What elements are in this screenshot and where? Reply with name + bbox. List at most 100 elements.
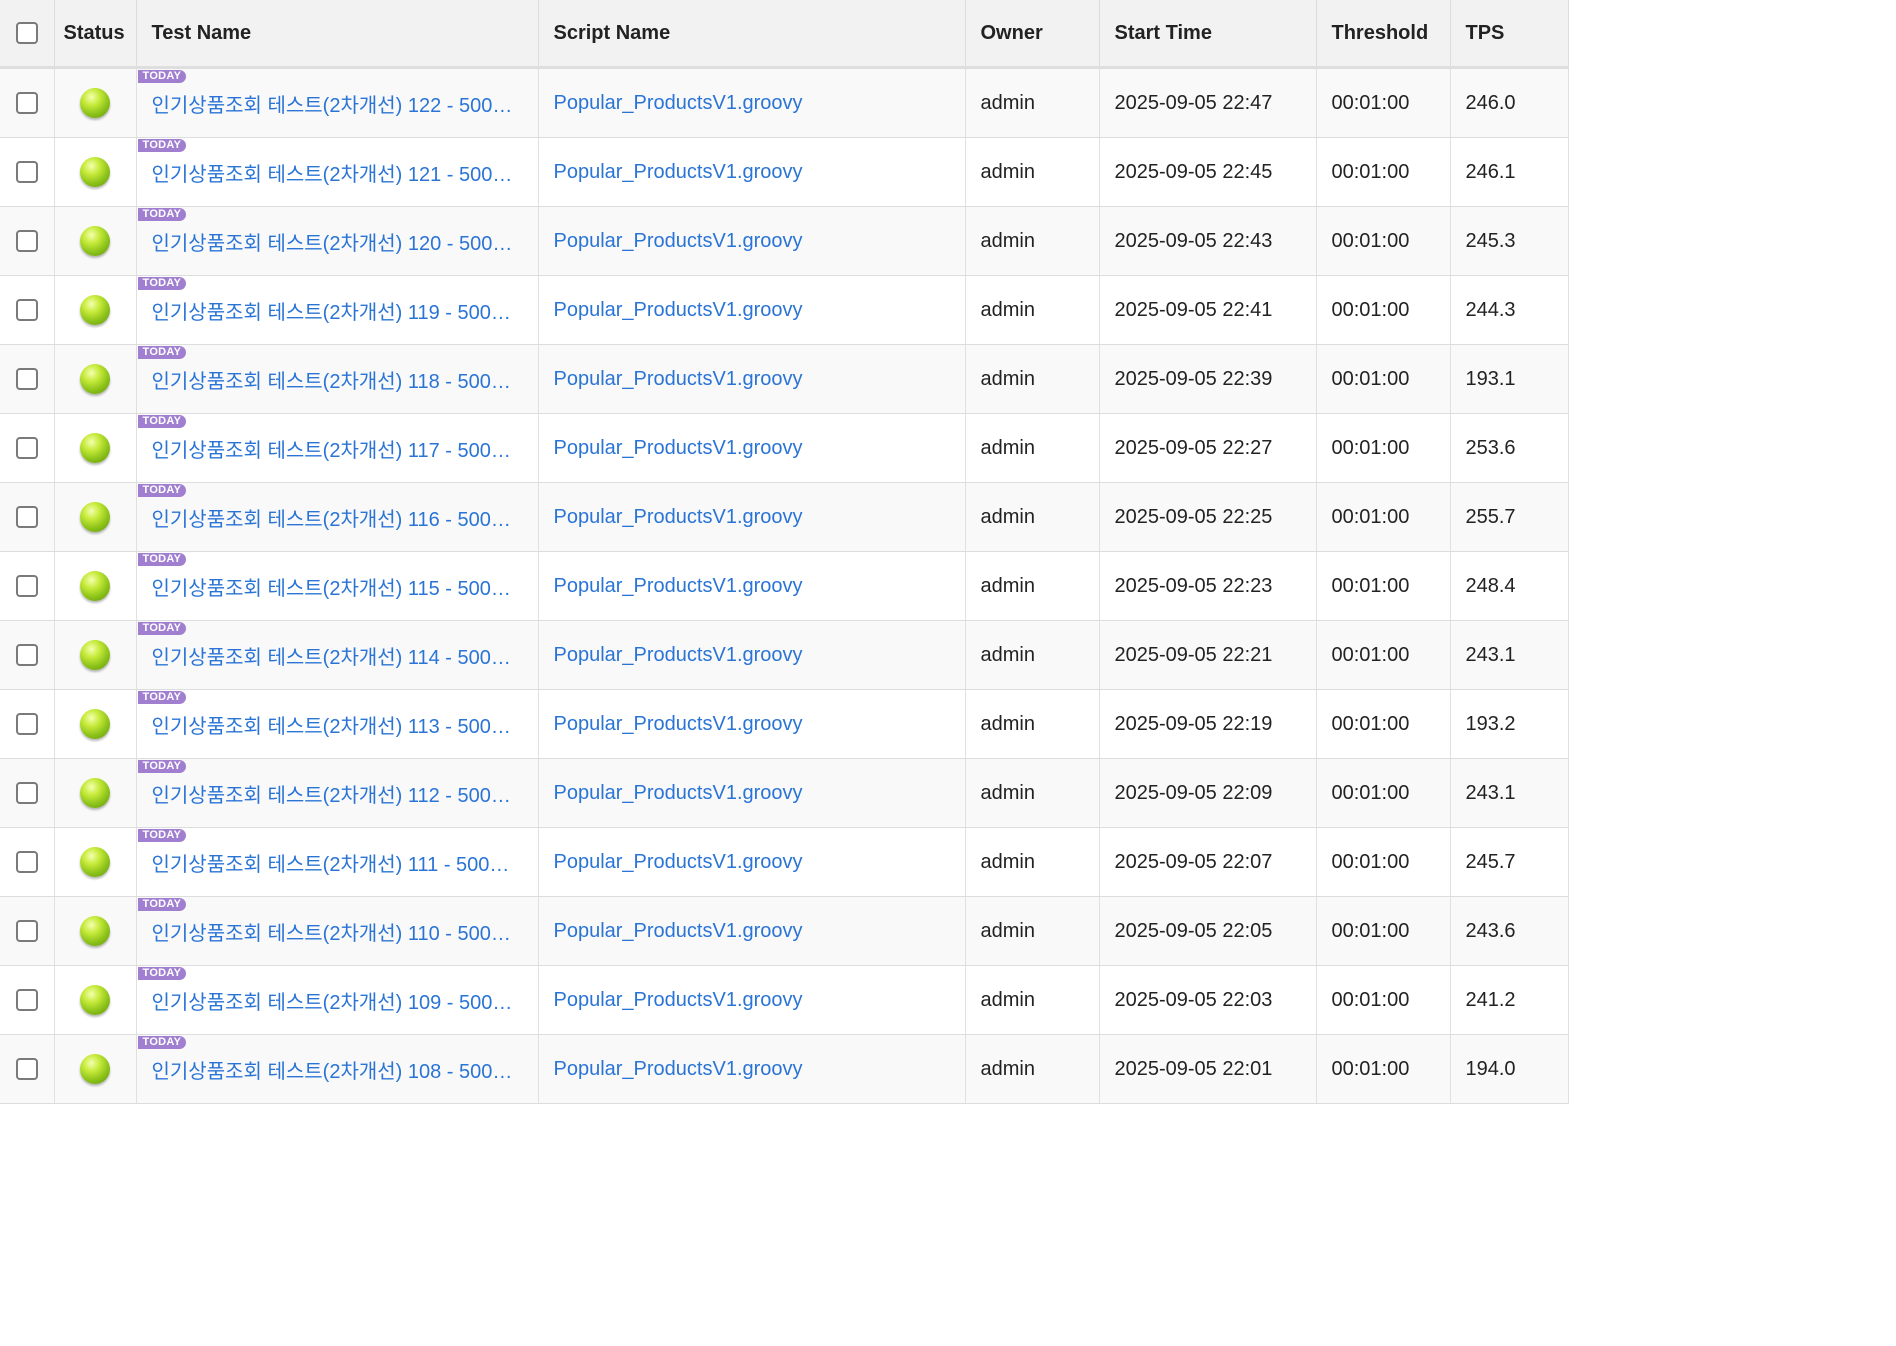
today-badge: TODAY <box>137 553 187 566</box>
test-name-link[interactable]: 인기상품조회 테스트(2차개선) 115 - 500명/… <box>152 572 538 601</box>
row-checkbox[interactable] <box>15 506 38 529</box>
table-row[interactable]: TODAY 인기상품조회 테스트(2차개선) 114 - 500명/… Popu… <box>0 620 1569 690</box>
table-row[interactable]: TODAY 인기상품조회 테스트(2차개선) 108 - 500명/… Popu… <box>0 1034 1569 1104</box>
table-row[interactable]: TODAY 인기상품조회 테스트(2차개선) 118 - 500명/… Popu… <box>0 344 1569 414</box>
test-name-link[interactable]: 인기상품조회 테스트(2차개선) 121 - 500명/… <box>152 158 538 187</box>
owner-cell: admin <box>965 689 1100 759</box>
script-name-link[interactable]: Popular_ProductsV1.groovy <box>554 782 803 804</box>
status-cell <box>54 67 137 138</box>
table-row[interactable]: TODAY 인기상품조회 테스트(2차개선) 120 - 500명/… Popu… <box>0 206 1569 276</box>
table-row[interactable]: TODAY 인기상품조회 테스트(2차개선) 122 - 500명/… Popu… <box>0 67 1569 138</box>
column-header-script-name[interactable]: Script Name <box>538 0 966 69</box>
column-header-tps[interactable]: TPS <box>1450 0 1569 69</box>
today-badge: TODAY <box>137 139 187 152</box>
row-checkbox[interactable] <box>15 1058 38 1081</box>
row-checkbox[interactable] <box>15 782 38 805</box>
column-header-status[interactable]: Status <box>54 0 137 69</box>
script-name-link[interactable]: Popular_ProductsV1.groovy <box>554 644 803 666</box>
start-time-cell: 2025-09-05 22:41 <box>1099 275 1317 345</box>
table-row[interactable]: TODAY 인기상품조회 테스트(2차개선) 109 - 500명/… Popu… <box>0 965 1569 1035</box>
test-name-link[interactable]: 인기상품조회 테스트(2차개선) 118 - 500명/… <box>152 365 538 394</box>
start-time-cell: 2025-09-05 22:21 <box>1099 620 1317 690</box>
script-name-link[interactable]: Popular_ProductsV1.groovy <box>554 92 803 114</box>
script-name-link[interactable]: Popular_ProductsV1.groovy <box>554 230 803 252</box>
row-checkbox[interactable] <box>15 989 38 1012</box>
script-name-cell: Popular_ProductsV1.groovy <box>538 551 966 621</box>
table-row[interactable]: TODAY 인기상품조회 테스트(2차개선) 113 - 500명/… Popu… <box>0 689 1569 759</box>
test-name-cell: TODAY 인기상품조회 테스트(2차개선) 120 - 500명/… <box>136 206 539 276</box>
script-name-link[interactable]: Popular_ProductsV1.groovy <box>554 1058 803 1080</box>
row-checkbox[interactable] <box>15 368 38 391</box>
tps-cell: 248.4 <box>1450 551 1569 621</box>
tps-cell: 241.2 <box>1450 965 1569 1035</box>
script-name-link[interactable]: Popular_ProductsV1.groovy <box>554 851 803 873</box>
today-badge: TODAY <box>137 346 187 359</box>
test-name-link[interactable]: 인기상품조회 테스트(2차개선) 113 - 500명/… <box>152 710 538 739</box>
start-time-cell: 2025-09-05 22:43 <box>1099 206 1317 276</box>
threshold-cell: 00:01:00 <box>1316 482 1451 552</box>
row-checkbox[interactable] <box>15 299 38 322</box>
table-row[interactable]: TODAY 인기상품조회 테스트(2차개선) 110 - 500명/… Popu… <box>0 896 1569 966</box>
row-checkbox[interactable] <box>15 644 38 667</box>
script-name-link[interactable]: Popular_ProductsV1.groovy <box>554 437 803 459</box>
row-checkbox-cell <box>0 275 55 345</box>
script-name-cell: Popular_ProductsV1.groovy <box>538 896 966 966</box>
script-name-link[interactable]: Popular_ProductsV1.groovy <box>554 713 803 735</box>
column-header-test-name[interactable]: Test Name <box>136 0 539 69</box>
test-name-cell: TODAY 인기상품조회 테스트(2차개선) 118 - 500명/… <box>136 344 539 414</box>
script-name-link[interactable]: Popular_ProductsV1.groovy <box>554 161 803 183</box>
test-name-link[interactable]: 인기상품조회 테스트(2차개선) 120 - 500명/… <box>152 227 538 256</box>
today-badge: TODAY <box>137 484 187 497</box>
table-row[interactable]: TODAY 인기상품조회 테스트(2차개선) 116 - 500명/… Popu… <box>0 482 1569 552</box>
script-name-cell: Popular_ProductsV1.groovy <box>538 689 966 759</box>
test-name-link[interactable]: 인기상품조회 테스트(2차개선) 114 - 500명/… <box>152 641 538 670</box>
start-time-cell: 2025-09-05 22:45 <box>1099 137 1317 207</box>
test-name-link[interactable]: 인기상품조회 테스트(2차개선) 108 - 500명/… <box>152 1055 538 1084</box>
row-checkbox[interactable] <box>15 713 38 736</box>
today-badge: TODAY <box>137 760 187 773</box>
script-name-link[interactable]: Popular_ProductsV1.groovy <box>554 368 803 390</box>
test-name-cell: TODAY 인기상품조회 테스트(2차개선) 113 - 500명/… <box>136 689 539 759</box>
status-cell <box>54 896 137 966</box>
column-header-threshold[interactable]: Threshold <box>1316 0 1451 69</box>
test-name-link[interactable]: 인기상품조회 테스트(2차개선) 117 - 500명/… <box>152 434 538 463</box>
row-checkbox[interactable] <box>15 437 38 460</box>
table-row[interactable]: TODAY 인기상품조회 테스트(2차개선) 111 - 500명/… Popu… <box>0 827 1569 897</box>
column-header-start-time[interactable]: Start Time <box>1099 0 1317 69</box>
status-finished-icon <box>80 433 110 463</box>
table-row[interactable]: TODAY 인기상품조회 테스트(2차개선) 115 - 500명/… Popu… <box>0 551 1569 621</box>
table-row[interactable]: TODAY 인기상품조회 테스트(2차개선) 121 - 500명/… Popu… <box>0 137 1569 207</box>
test-name-link[interactable]: 인기상품조회 테스트(2차개선) 111 - 500명/… <box>152 848 538 877</box>
table-row[interactable]: TODAY 인기상품조회 테스트(2차개선) 112 - 500명/… Popu… <box>0 758 1569 828</box>
script-name-link[interactable]: Popular_ProductsV1.groovy <box>554 920 803 942</box>
script-name-link[interactable]: Popular_ProductsV1.groovy <box>554 575 803 597</box>
status-finished-icon <box>80 709 110 739</box>
test-name-link[interactable]: 인기상품조회 테스트(2차개선) 110 - 500명/… <box>152 917 538 946</box>
row-checkbox[interactable] <box>15 92 38 115</box>
row-checkbox[interactable] <box>15 230 38 253</box>
tps-cell: 253.6 <box>1450 413 1569 483</box>
test-name-link[interactable]: 인기상품조회 테스트(2차개선) 119 - 500명/… <box>152 296 538 325</box>
test-name-link[interactable]: 인기상품조회 테스트(2차개선) 112 - 500명/… <box>152 779 538 808</box>
test-name-link[interactable]: 인기상품조회 테스트(2차개선) 116 - 500명/… <box>152 503 538 532</box>
select-all-checkbox[interactable] <box>15 22 38 45</box>
column-header-owner[interactable]: Owner <box>965 0 1100 69</box>
row-checkbox[interactable] <box>15 920 38 943</box>
status-finished-icon <box>80 295 110 325</box>
script-name-link[interactable]: Popular_ProductsV1.groovy <box>554 989 803 1011</box>
status-cell <box>54 551 137 621</box>
script-name-link[interactable]: Popular_ProductsV1.groovy <box>554 506 803 528</box>
table-row[interactable]: TODAY 인기상품조회 테스트(2차개선) 117 - 500명/… Popu… <box>0 413 1569 483</box>
today-badge: TODAY <box>137 70 187 83</box>
start-time-cell: 2025-09-05 22:27 <box>1099 413 1317 483</box>
status-finished-icon <box>80 640 110 670</box>
row-checkbox-cell <box>0 344 55 414</box>
test-name-link[interactable]: 인기상품조회 테스트(2차개선) 122 - 500명/… <box>152 89 538 118</box>
test-name-link[interactable]: 인기상품조회 테스트(2차개선) 109 - 500명/… <box>152 986 538 1015</box>
row-checkbox[interactable] <box>15 575 38 598</box>
table-row[interactable]: TODAY 인기상품조회 테스트(2차개선) 119 - 500명/… Popu… <box>0 275 1569 345</box>
script-name-link[interactable]: Popular_ProductsV1.groovy <box>554 299 803 321</box>
row-checkbox[interactable] <box>15 851 38 874</box>
row-checkbox[interactable] <box>15 161 38 184</box>
script-name-cell: Popular_ProductsV1.groovy <box>538 413 966 483</box>
